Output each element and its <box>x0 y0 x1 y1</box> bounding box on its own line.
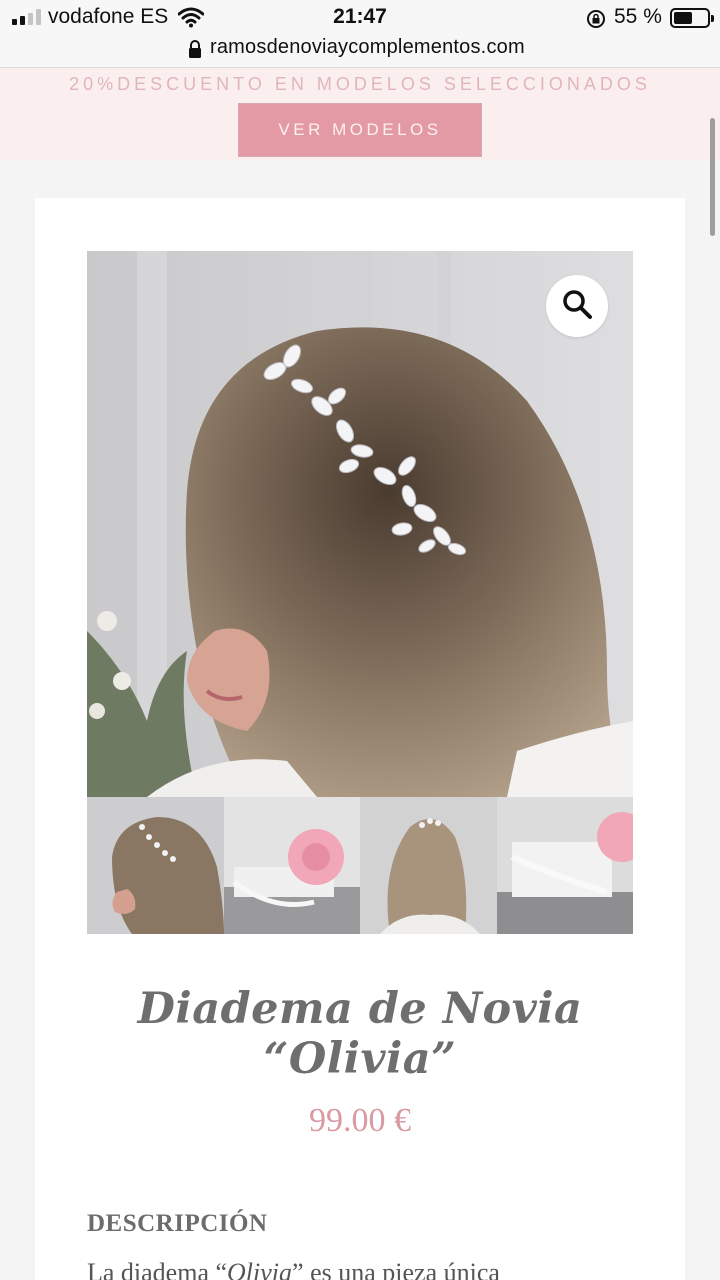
clock: 21:47 <box>333 5 387 28</box>
scrollbar[interactable] <box>710 118 715 236</box>
magnifier-icon <box>561 288 593 325</box>
status-bar: vodafone ES 21:47 55 % <box>0 0 720 36</box>
product-price: 99.00 € <box>309 1102 411 1139</box>
thumbnail-1[interactable] <box>87 797 224 934</box>
lock-icon <box>188 39 202 64</box>
thumbnail-4[interactable] <box>496 797 633 934</box>
view-models-button[interactable]: VER MODELOS <box>238 103 482 157</box>
promo-text: 20%DESCUENTO EN MODELOS SELECCIONADOS <box>69 74 651 94</box>
description-product-name: Olivia <box>227 1258 293 1280</box>
url-text[interactable]: ramosdenoviaycomplementos.com <box>210 36 525 59</box>
description-text: La diadema “Olivia” es una pieza única <box>87 1258 500 1280</box>
product-main-image[interactable] <box>87 251 633 797</box>
rotation-lock-icon <box>586 9 606 34</box>
battery-icon <box>670 8 714 28</box>
thumbnail-3[interactable] <box>360 797 497 934</box>
thumbnail-2[interactable] <box>223 797 360 934</box>
description-heading: DESCRIPCIÓN <box>87 1210 268 1237</box>
thumbnail-gallery <box>87 797 633 934</box>
battery-percent: 55 % <box>614 5 662 28</box>
description-text-part: La diadema “ <box>87 1258 228 1280</box>
zoom-button[interactable] <box>546 275 608 337</box>
description-text-part: ” es una pieza única <box>292 1258 500 1280</box>
address-bar[interactable]: ramosdenoviaycomplementos.com <box>0 36 720 68</box>
product-title: Diadema de Novia “Olivia” <box>137 984 583 1084</box>
promo-banner: 20%DESCUENTO EN MODELOS SELECCIONADOS VE… <box>0 68 720 160</box>
